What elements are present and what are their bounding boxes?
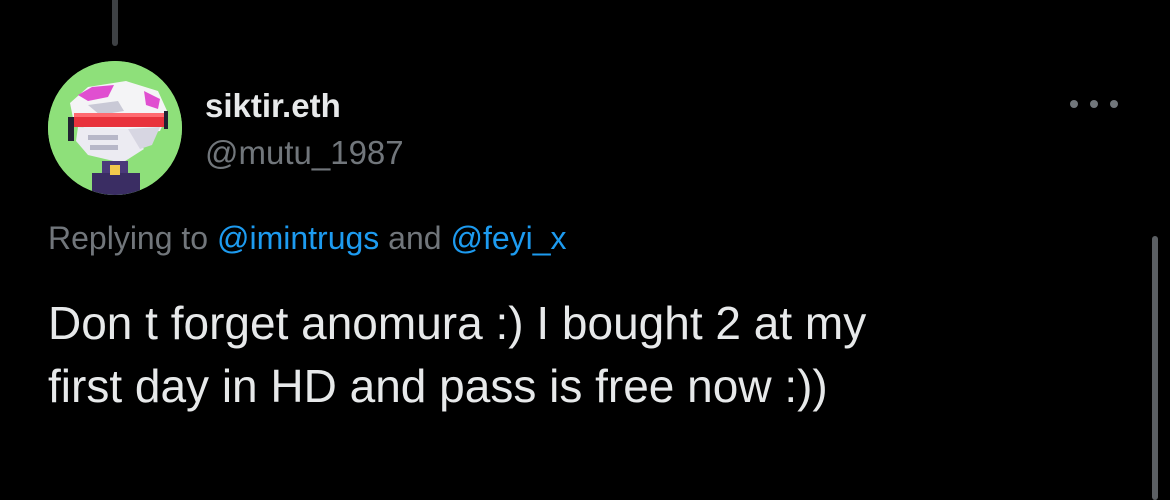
pixel-helmet-avatar-icon [48, 61, 182, 195]
avatar[interactable] [48, 61, 182, 195]
more-dot [1090, 100, 1098, 108]
scrollbar[interactable] [1152, 236, 1158, 500]
more-dot [1070, 100, 1078, 108]
thread-connector-line [112, 0, 118, 46]
replying-to-line: Replying to @imintrugs and @feyi_x [48, 220, 567, 257]
more-dot [1110, 100, 1118, 108]
mention-link-1[interactable]: @imintrugs [217, 220, 379, 256]
mention-link-2[interactable]: @feyi_x [450, 220, 566, 256]
tweet-text-line: first day in HD and pass is free now :)) [48, 360, 828, 412]
author-handle[interactable]: @mutu_1987 [205, 134, 404, 172]
tweet-body-text: Don t forget anomura :) I bought 2 at my… [48, 292, 1108, 418]
tweet-text-line: Don t forget anomura :) I bought 2 at my [48, 297, 867, 349]
replying-to-prefix: Replying to [48, 220, 209, 256]
replying-to-conjunction: and [388, 220, 442, 256]
author-display-name[interactable]: siktir.eth [205, 87, 341, 125]
more-options-icon[interactable] [1070, 92, 1118, 116]
